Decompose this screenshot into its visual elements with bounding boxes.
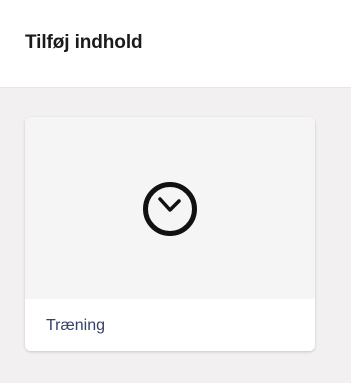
page-header: Tilføj indhold xyxy=(0,0,351,88)
content-area: Træning xyxy=(0,88,351,383)
card-label: Træning xyxy=(46,317,105,334)
content-card-training[interactable]: Træning xyxy=(25,117,315,351)
card-footer: Træning xyxy=(25,299,315,351)
clock-icon xyxy=(141,180,199,238)
page-title: Tilføj indhold xyxy=(25,32,143,53)
card-media xyxy=(25,117,315,299)
